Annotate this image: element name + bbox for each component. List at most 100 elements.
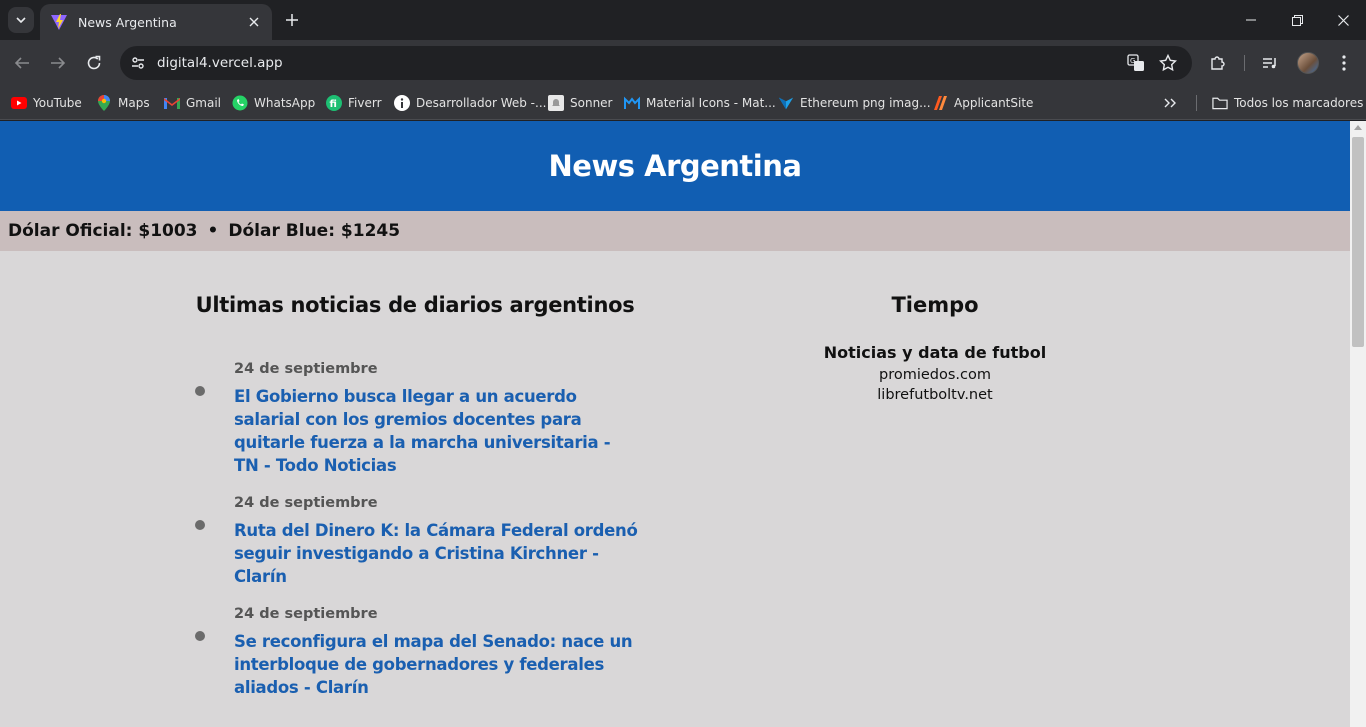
- translate-icon: G: [1127, 54, 1144, 71]
- browser-menu-button[interactable]: [1332, 51, 1356, 75]
- star-icon: [1159, 54, 1177, 72]
- arrow-left-icon: [14, 57, 29, 69]
- librefutboltv-link[interactable]: librefutboltv.net: [800, 387, 1070, 403]
- chevron-double-right-icon: [1164, 98, 1176, 108]
- dolar-oficial: Dólar Oficial: $1003: [8, 221, 198, 241]
- puzzle-icon: [1211, 56, 1225, 70]
- chevron-down-icon: [16, 17, 26, 23]
- extensions-button[interactable]: [1206, 51, 1230, 75]
- tab-title: News Argentina: [78, 14, 177, 30]
- dollar-rates-bar: Dólar Oficial: $1003 • Dólar Blue: $1245: [0, 211, 1350, 251]
- vite-favicon-icon: [51, 14, 67, 30]
- whatsapp-icon: [232, 95, 248, 111]
- svg-text:G: G: [1130, 57, 1135, 65]
- bookmarks-bar: YouTube Maps Gmail WhatsApp fi Fiverr De…: [0, 86, 1366, 120]
- bookmark-label: Material Icons - Mat...: [646, 96, 776, 110]
- minimize-icon: [1246, 19, 1256, 21]
- close-icon: [1337, 14, 1349, 26]
- youtube-icon: [11, 95, 27, 111]
- media-controls-button[interactable]: [1258, 51, 1282, 75]
- all-bookmarks-label: Todos los marcadores: [1234, 96, 1364, 110]
- toolbar-divider: [1244, 55, 1245, 71]
- bookmark-maps[interactable]: Maps: [96, 92, 150, 114]
- news-headline-link[interactable]: Se reconfigura el mapa del Senado: nace …: [234, 630, 640, 699]
- news-date: 24 de septiembre: [234, 361, 378, 377]
- svg-text:fi: fi: [330, 99, 337, 110]
- bookmark-gmail[interactable]: Gmail: [164, 92, 221, 114]
- bookmark-label: Gmail: [186, 96, 222, 110]
- reload-button[interactable]: [82, 51, 106, 75]
- football-heading: Noticias y data de futbol: [823, 343, 1047, 362]
- address-bar[interactable]: digital4.vercel.app: [120, 46, 1192, 80]
- bookmark-label: Fiverr: [348, 96, 382, 110]
- page-scrollbar[interactable]: [1350, 121, 1366, 727]
- plus-icon: [286, 14, 298, 26]
- bookmark-desarrollador-web[interactable]: Desarrollador Web -...: [394, 92, 546, 114]
- close-tab-icon[interactable]: [246, 14, 262, 30]
- minimize-button[interactable]: [1228, 0, 1274, 40]
- tab-strip: News Argentina: [0, 0, 1366, 40]
- tab-search-button[interactable]: [8, 7, 34, 33]
- bookmark-label: Maps: [118, 96, 150, 110]
- news-date: 24 de septiembre: [234, 495, 378, 511]
- restore-icon: [1291, 14, 1303, 26]
- bookmark-label: YouTube: [33, 96, 82, 110]
- active-tab[interactable]: News Argentina: [40, 4, 272, 40]
- site-title: News Argentina: [548, 149, 802, 183]
- promiedos-link[interactable]: promiedos.com: [800, 367, 1070, 383]
- back-button[interactable]: [10, 51, 34, 75]
- reload-icon: [87, 55, 101, 70]
- bookmark-label: Ethereum png imag...: [800, 96, 931, 110]
- profile-avatar[interactable]: [1297, 52, 1319, 74]
- scroll-up-arrow-icon[interactable]: [1354, 125, 1362, 130]
- new-tab-button[interactable]: [282, 10, 302, 30]
- browser-toolbar: digital4.vercel.app G: [0, 40, 1366, 86]
- site-info-icon[interactable]: [126, 51, 150, 75]
- forward-button[interactable]: [46, 51, 70, 75]
- dolar-blue: Dólar Blue: $1245: [228, 221, 401, 241]
- news-heading: Ultimas noticias de diarios argentinos: [195, 293, 635, 317]
- bookmarks-overflow-button[interactable]: [1164, 92, 1176, 114]
- material-icons-icon: [624, 95, 640, 111]
- bookmark-label: WhatsApp: [254, 96, 316, 110]
- bookmark-star-button[interactable]: [1156, 51, 1180, 75]
- site-header: News Argentina: [0, 121, 1350, 211]
- dollar-separator: •: [207, 221, 219, 241]
- bookmark-label: Sonner: [570, 96, 613, 110]
- bookmarks-divider: [1196, 95, 1197, 111]
- arrow-right-icon: [51, 57, 66, 69]
- maps-icon: [96, 95, 112, 111]
- url-text[interactable]: digital4.vercel.app: [157, 55, 1192, 71]
- sonner-icon: [548, 95, 564, 111]
- ethereum-icon: [778, 95, 794, 111]
- more-vert-icon: [1342, 55, 1346, 71]
- bookmark-label: ApplicantSite: [954, 96, 1034, 110]
- bookmark-sonner[interactable]: Sonner: [548, 92, 613, 114]
- applicantsite-icon: [932, 95, 948, 111]
- news-headline-link[interactable]: El Gobierno busca llegar a un acuerdo sa…: [234, 385, 640, 477]
- gmail-icon: [164, 95, 180, 111]
- news-headline-link[interactable]: Ruta del Dinero K: la Cámara Federal ord…: [234, 519, 640, 588]
- scrollbar-thumb[interactable]: [1352, 137, 1364, 347]
- bookmark-applicantsite[interactable]: ApplicantSite: [932, 92, 1033, 114]
- bookmark-ethereum[interactable]: Ethereum png imag...: [778, 92, 931, 114]
- bookmark-whatsapp[interactable]: WhatsApp: [232, 92, 315, 114]
- list-bullet: [195, 386, 205, 396]
- weather-heading: Tiempo: [891, 293, 979, 317]
- all-bookmarks-button[interactable]: Todos los marcadores: [1212, 92, 1363, 114]
- list-bullet: [195, 631, 205, 641]
- news-date: 24 de septiembre: [234, 606, 378, 622]
- bookmark-youtube[interactable]: YouTube: [11, 92, 82, 114]
- bookmark-label: Desarrollador Web -...: [416, 96, 547, 110]
- folder-icon: [1212, 95, 1228, 111]
- bookmark-material-icons[interactable]: Material Icons - Mat...: [624, 92, 776, 114]
- fiverr-icon: fi: [326, 95, 342, 111]
- list-bullet: [195, 520, 205, 530]
- playlist-icon: [1263, 58, 1276, 69]
- page-viewport: News Argentina Dólar Oficial: $1003 • Dó…: [0, 121, 1350, 727]
- restore-button[interactable]: [1274, 0, 1320, 40]
- close-window-button[interactable]: [1320, 0, 1366, 40]
- info-icon: [394, 95, 410, 111]
- translate-button[interactable]: G: [1124, 51, 1148, 75]
- bookmark-fiverr[interactable]: fi Fiverr: [326, 92, 382, 114]
